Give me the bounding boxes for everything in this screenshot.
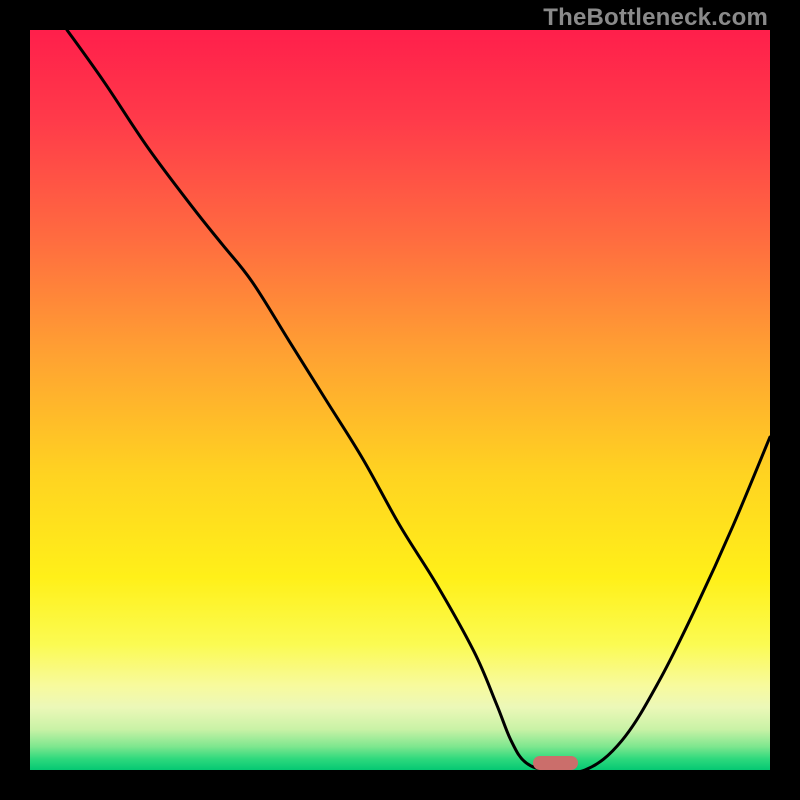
optimum-marker (533, 756, 577, 770)
watermark-text: TheBottleneck.com (543, 4, 768, 32)
bottleneck-curve (30, 30, 770, 770)
plot-area (30, 30, 770, 770)
chart-frame: TheBottleneck.com (0, 0, 800, 800)
